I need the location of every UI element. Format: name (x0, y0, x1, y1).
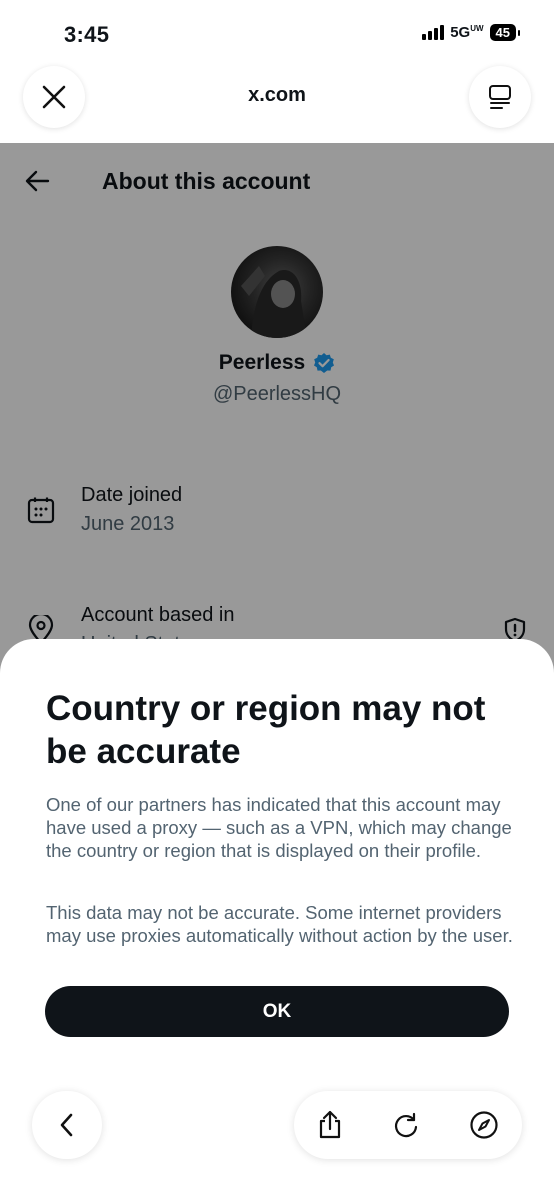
reload-icon (394, 1112, 418, 1138)
sheet-paragraph-1: One of our partners has indicated that t… (46, 794, 512, 861)
browser-tools-group (294, 1091, 522, 1159)
compass-icon (470, 1111, 498, 1139)
status-indicators: 5GUW 45 (422, 24, 521, 41)
signal-icon (422, 25, 445, 40)
network-label: 5GUW (450, 24, 484, 41)
chevron-left-icon (60, 1113, 73, 1137)
sheet-paragraph-2: This data may not be accurate. Some inte… (46, 902, 513, 946)
share-icon (319, 1110, 341, 1139)
sheet-title: Country or region may not be accurate (46, 689, 486, 771)
compass-button[interactable] (462, 1103, 506, 1147)
tabs-button[interactable] (469, 66, 531, 128)
ok-button[interactable]: OK (45, 986, 509, 1037)
browser-back-button[interactable] (32, 1091, 102, 1159)
tabs-icon (489, 85, 511, 109)
reload-button[interactable] (384, 1103, 428, 1147)
share-button[interactable] (308, 1103, 352, 1147)
battery-indicator: 45 (489, 24, 521, 41)
status-time: 3:45 (64, 22, 110, 47)
